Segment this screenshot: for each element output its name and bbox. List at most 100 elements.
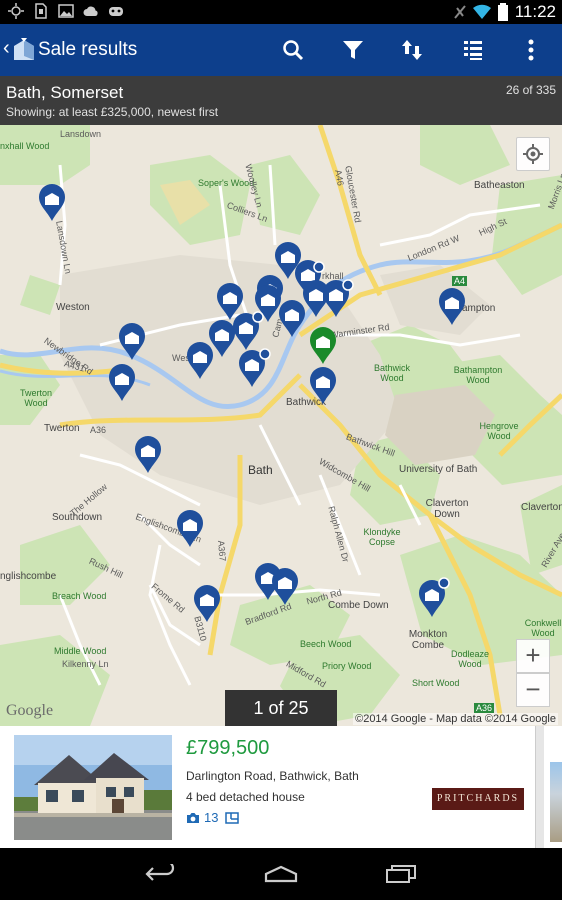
cloud-icon bbox=[83, 6, 98, 16]
navigation-bar bbox=[0, 848, 562, 900]
map-label: Monkton Combe bbox=[408, 629, 448, 651]
gamepad-icon bbox=[109, 7, 123, 16]
my-location-button[interactable] bbox=[516, 137, 550, 171]
camera-icon bbox=[187, 812, 199, 823]
results-pager: 1 of 25 bbox=[225, 690, 337, 726]
next-listing-card[interactable] bbox=[544, 726, 562, 848]
filter-button[interactable] bbox=[339, 36, 367, 64]
map-label: Claverton Down bbox=[425, 498, 469, 520]
search-summary[interactable]: Bath, Somerset Showing: at least £325,00… bbox=[0, 76, 562, 125]
action-bar: ‹ Sale results bbox=[0, 24, 562, 76]
map-label: A36 bbox=[474, 703, 495, 713]
property-pin[interactable] bbox=[134, 436, 162, 474]
map-label: Weston bbox=[56, 302, 90, 313]
listing-media-info: 13 bbox=[186, 810, 240, 825]
filter-icon bbox=[343, 41, 363, 59]
property-pin[interactable] bbox=[309, 367, 337, 405]
list-view-button[interactable] bbox=[459, 36, 487, 64]
search-location: Bath, Somerset bbox=[6, 83, 124, 102]
map-label: nglishcombe bbox=[0, 571, 57, 582]
up-caret-icon[interactable]: ‹ bbox=[3, 38, 10, 58]
map-label: Klondyke Copse bbox=[363, 527, 401, 547]
map-label: Breach Wood bbox=[52, 591, 107, 601]
screen-title: Sale results bbox=[38, 39, 138, 60]
map-label: A367 bbox=[216, 540, 228, 562]
map-label: Bathwick Wood bbox=[373, 363, 410, 383]
app-logo-icon[interactable] bbox=[12, 36, 36, 62]
status-bar: 11:22 bbox=[0, 0, 562, 24]
map-label: Dodleaze Wood bbox=[450, 649, 490, 669]
map-label: University of Bath bbox=[399, 464, 478, 475]
recents-button[interactable] bbox=[381, 858, 421, 890]
home-button[interactable] bbox=[261, 858, 301, 890]
property-pin[interactable] bbox=[278, 300, 306, 338]
back-icon bbox=[145, 864, 175, 881]
back-button[interactable] bbox=[141, 858, 181, 890]
map-label: Kilkenny Ln bbox=[62, 659, 109, 669]
cluster-dot[interactable] bbox=[252, 311, 264, 323]
map-label: Middle Wood bbox=[54, 646, 107, 656]
map-label: nxhall Wood bbox=[0, 141, 50, 151]
map-attribution: ©2014 Google - Map data ©2014 Google bbox=[353, 713, 558, 725]
map-label: Hengrove Wood bbox=[479, 421, 519, 441]
sort-button[interactable] bbox=[398, 36, 426, 64]
listing-photo[interactable] bbox=[14, 735, 172, 840]
photo-count: 13 bbox=[204, 810, 219, 825]
map-label: Claverton bbox=[521, 502, 562, 513]
property-pin[interactable] bbox=[118, 323, 146, 361]
map-label: Beech Wood bbox=[300, 639, 352, 649]
my-location-icon bbox=[523, 144, 543, 164]
house-photo bbox=[14, 735, 172, 840]
overflow-menu-icon bbox=[528, 39, 534, 61]
map-label: Conkwell Wood bbox=[524, 618, 562, 638]
agent-logo: PRITCHARDS bbox=[432, 788, 524, 810]
app-screen: { "status_bar": { "time": "11:22" }, "ac… bbox=[0, 0, 562, 900]
next-listing-photo bbox=[550, 762, 562, 842]
map-label: Twerton Wood bbox=[19, 388, 52, 408]
google-logo: Google bbox=[6, 702, 54, 719]
cluster-dot[interactable] bbox=[342, 279, 354, 291]
search-icon bbox=[283, 40, 304, 61]
property-pin[interactable] bbox=[176, 510, 204, 548]
home-icon bbox=[264, 865, 298, 883]
map-label: ampton bbox=[462, 303, 496, 314]
property-pin[interactable] bbox=[108, 364, 136, 402]
map-label: Short Wood bbox=[412, 678, 460, 688]
listing-address: Darlington Road, Bathwick, Bath bbox=[186, 769, 359, 783]
zoom-in-button[interactable]: + bbox=[516, 639, 550, 673]
property-pin-selected[interactable] bbox=[309, 327, 337, 365]
status-time: 11:22 bbox=[514, 2, 556, 21]
recents-icon bbox=[386, 865, 416, 883]
result-count: 26 of 335 bbox=[505, 83, 556, 97]
map-label: A4 bbox=[452, 276, 468, 286]
listing-card[interactable]: £799,500 Darlington Road, Bathwick, Bath… bbox=[0, 726, 536, 848]
map-label: Bath bbox=[248, 463, 273, 477]
floorplan-icon bbox=[225, 811, 240, 824]
map-label: Twerton bbox=[44, 423, 80, 434]
cluster-dot[interactable] bbox=[313, 261, 325, 273]
map-label: Soper's Wood bbox=[198, 178, 255, 188]
property-pin[interactable] bbox=[186, 342, 214, 380]
cluster-dot[interactable] bbox=[259, 348, 271, 360]
map-label: Southdown bbox=[52, 512, 103, 523]
property-pin[interactable] bbox=[38, 184, 66, 222]
search-button[interactable] bbox=[279, 36, 307, 64]
signal-off-icon bbox=[453, 5, 466, 19]
zoom-out-button[interactable]: − bbox=[516, 673, 550, 707]
map-label: Combe Down bbox=[328, 600, 389, 611]
property-pin[interactable] bbox=[271, 568, 299, 606]
map-label: Bathampton Wood bbox=[453, 365, 503, 385]
cluster-dot[interactable] bbox=[438, 577, 450, 589]
property-pin[interactable] bbox=[438, 288, 466, 326]
map-label: Priory Wood bbox=[322, 661, 372, 671]
map-label: Lansdown bbox=[60, 129, 102, 139]
map-view[interactable]: Lansdown nxhall Wood Lansdown Ln Soper's… bbox=[0, 125, 562, 726]
search-criteria: Showing: at least £325,000, newest first bbox=[6, 105, 219, 119]
property-pin[interactable] bbox=[193, 585, 221, 623]
result-carousel[interactable]: £799,500 Darlington Road, Bathwick, Bath… bbox=[0, 726, 562, 848]
sd-card-icon bbox=[35, 3, 47, 19]
map-label: Batheaston bbox=[474, 180, 525, 191]
list-view-icon bbox=[464, 41, 482, 60]
battery-icon bbox=[497, 3, 508, 21]
overflow-menu-button[interactable] bbox=[517, 36, 545, 64]
